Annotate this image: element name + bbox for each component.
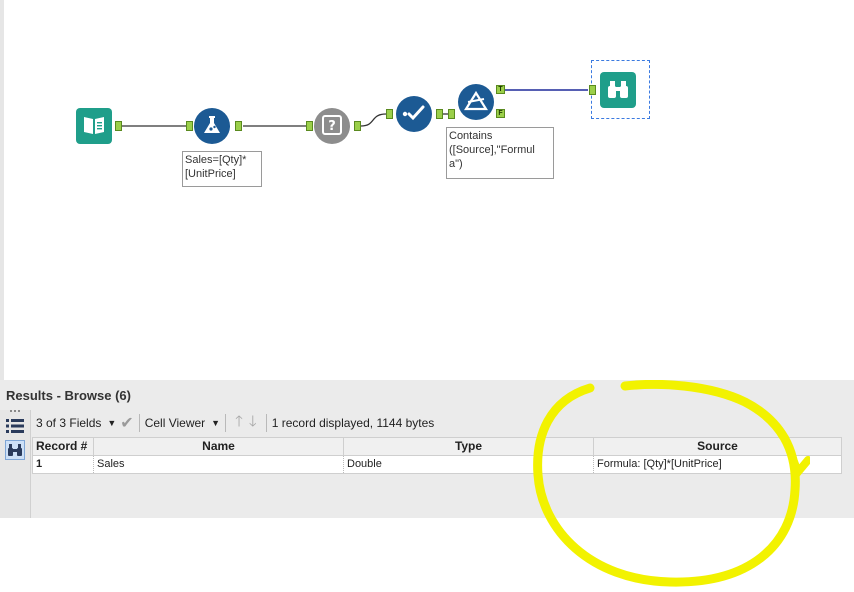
select-output-anchor[interactable] <box>436 109 443 119</box>
filter-tool[interactable] <box>458 84 494 120</box>
formula-output-anchor[interactable] <box>235 121 242 131</box>
fields-select-label: 3 of 3 Fields <box>36 416 102 430</box>
filter-input-anchor[interactable] <box>448 109 455 119</box>
column-header-type[interactable]: Type <box>344 438 594 455</box>
dynamic-tool[interactable]: ? <box>314 108 350 144</box>
cell-record[interactable]: 1 <box>33 456 94 473</box>
column-header-name[interactable]: Name <box>94 438 344 455</box>
filter-annotation-line-1: Contains <box>449 130 493 142</box>
table-row[interactable]: 1 Sales Double Formula: [Qty]*[UnitPrice… <box>32 456 842 474</box>
input-output-anchor[interactable] <box>115 121 122 131</box>
connection-dynamic-select <box>360 113 387 127</box>
results-toolbar: 3 of 3 Fields ▼ ✔ Cell Viewer ▼ 🡑 🡓 1 re… <box>32 410 854 436</box>
filter-annotation-line-3: a") <box>449 158 463 170</box>
browse-tool[interactable] <box>600 72 636 108</box>
connections <box>122 89 588 127</box>
column-header-record[interactable]: Record # <box>33 438 94 455</box>
workflow-canvas[interactable]: Sales=[Qty]* [UnitPrice] ? T F Contains … <box>0 0 854 380</box>
formula-input-anchor[interactable] <box>186 121 193 131</box>
cell-source[interactable]: Formula: [Qty]*[UnitPrice] <box>594 456 841 473</box>
arrow-up-icon[interactable]: 🡑 <box>235 411 243 436</box>
formula-annotation: Sales=[Qty]* [UnitPrice] <box>182 151 262 187</box>
select-tool[interactable] <box>396 96 432 132</box>
input-data-tool[interactable] <box>76 108 112 144</box>
toolbar-separator <box>138 414 140 432</box>
arrow-down-icon[interactable]: 🡓 <box>249 411 257 436</box>
filter-true-anchor[interactable]: T <box>496 85 505 94</box>
list-icon[interactable] <box>6 418 24 437</box>
toolbar-separator <box>225 414 227 432</box>
results-grid: Record # Name Type Source 1 Sales Double… <box>32 437 842 474</box>
apply-check-icon[interactable]: ✔ <box>120 413 133 433</box>
cell-type[interactable]: Double <box>344 456 594 473</box>
filter-false-anchor[interactable]: F <box>496 109 505 118</box>
grid-header: Record # Name Type Source <box>32 437 842 456</box>
results-sidebar <box>0 410 31 518</box>
flask-icon <box>201 114 223 139</box>
filter-triangle-icon <box>464 90 488 115</box>
dynamic-input-anchor[interactable] <box>306 121 313 131</box>
select-input-anchor[interactable] <box>386 109 393 119</box>
book-icon <box>82 114 106 139</box>
formula-annotation-line-1: Sales=[Qty]* <box>185 154 247 166</box>
filter-annotation: Contains ([Source],"Formul a") <box>446 127 554 179</box>
checkmark-icon <box>401 103 427 126</box>
dynamic-output-anchor[interactable] <box>354 121 361 131</box>
formula-annotation-line-2: [UnitPrice] <box>185 168 236 180</box>
cell-name[interactable]: Sales <box>94 456 344 473</box>
formula-tool[interactable] <box>194 108 230 144</box>
browse-input-anchor[interactable] <box>589 85 596 95</box>
grip-dots <box>10 410 20 415</box>
cell-viewer-select[interactable]: Cell Viewer ▼ <box>145 416 220 430</box>
cell-viewer-label: Cell Viewer <box>144 416 206 430</box>
column-header-source[interactable]: Source <box>594 438 841 455</box>
question-icon: ? <box>320 113 344 140</box>
filter-annotation-line-2: ([Source],"Formul <box>449 144 535 156</box>
fields-select[interactable]: 3 of 3 Fields ▼ <box>36 416 116 430</box>
results-pane: Results - Browse (6) 3 of 3 Fields ▼ ✔ C… <box>0 380 854 518</box>
results-title: Results - Browse (6) <box>6 388 131 403</box>
svg-text:?: ? <box>328 119 336 134</box>
binoculars-icon <box>605 78 631 103</box>
record-info: 1 record displayed, 1144 bytes <box>271 416 435 430</box>
chevron-down-icon: ▼ <box>107 418 117 428</box>
binoculars-small-icon[interactable] <box>5 440 25 460</box>
chevron-down-icon: ▼ <box>211 418 221 428</box>
toolbar-separator <box>265 414 267 432</box>
